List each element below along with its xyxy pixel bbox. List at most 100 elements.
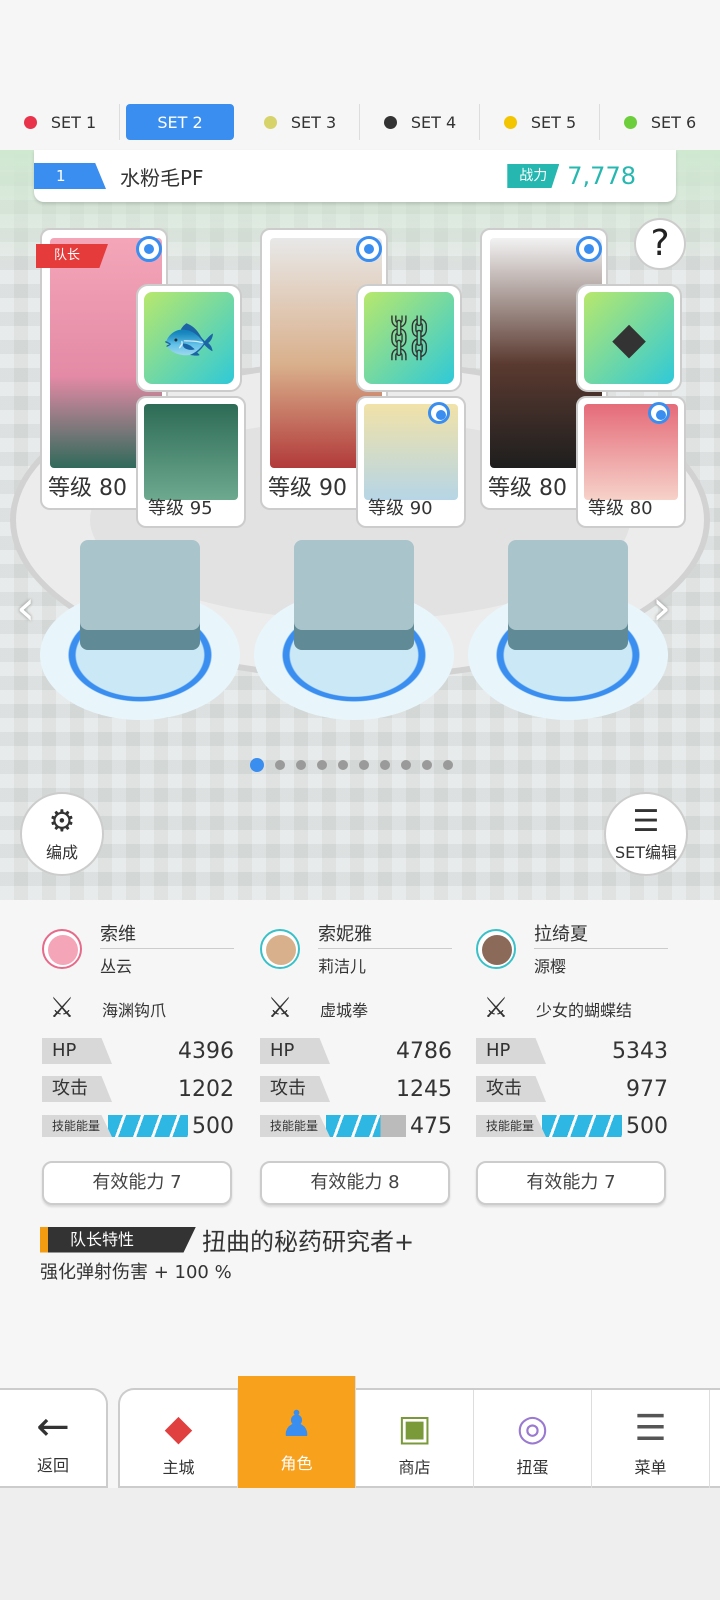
- leader-trait-description: 强化弹射伤害 + 100 %: [40, 1262, 232, 1283]
- leader-trait: 队长特性 扭曲的秘药研究者+: [40, 1222, 414, 1257]
- page-dot[interactable]: [317, 760, 327, 770]
- ability-button[interactable]: 有效能力 7: [476, 1161, 666, 1205]
- menu-icon: ☰: [634, 1408, 667, 1449]
- tab-label: SET 2: [157, 112, 203, 132]
- ability-button[interactable]: 有效能力 7: [42, 1161, 232, 1205]
- character-name: 索妮雅: [318, 920, 452, 949]
- page-dot[interactable]: [250, 758, 264, 772]
- sub-character-card[interactable]: 等级 90: [356, 396, 466, 528]
- ability-button[interactable]: 有效能力 8: [260, 1161, 450, 1205]
- nav-group: ◆ 主城 ♟ 角色 ▣ 商店 ◎ 扭蛋 ☰ 菜单: [118, 1376, 720, 1488]
- next-arrow-icon[interactable]: ›: [652, 580, 671, 636]
- page-dot[interactable]: [338, 760, 348, 770]
- avatar[interactable]: [260, 928, 300, 969]
- sub-level: 等级 90: [368, 498, 433, 519]
- nav-item-character[interactable]: ♟ 角色: [238, 1376, 356, 1488]
- main-level: 等级 90: [268, 476, 347, 501]
- nav-label: 菜单: [634, 1458, 667, 1477]
- attack-label: 攻击: [476, 1076, 546, 1102]
- nav-label: 角色: [280, 1454, 313, 1473]
- set-color-dot: [383, 115, 397, 129]
- attack-label: 攻击: [42, 1076, 112, 1102]
- tab-set-5[interactable]: SET 5: [480, 100, 600, 144]
- stat-column-2: 索妮雅 莉洁儿 ⚔ 虚城拳 HP 4786 攻击 1245 技能能量 475 有…: [260, 920, 452, 1205]
- tab-label: SET 5: [530, 112, 577, 132]
- tab-set-2[interactable]: SET 2: [120, 100, 240, 144]
- weapon-name: 海渊钩爪: [102, 1001, 167, 1020]
- attack-value: 1202: [178, 1076, 234, 1102]
- team-header[interactable]: 1 水粉毛PF 战力 7,778: [34, 150, 676, 202]
- back-button[interactable]: ← 返回: [0, 1388, 108, 1488]
- page-dot[interactable]: [401, 760, 411, 770]
- formation-button[interactable]: ⚙ 编成: [20, 792, 104, 876]
- tab-set-3[interactable]: SET 3: [240, 100, 360, 144]
- page-dot[interactable]: [359, 760, 369, 770]
- select-indicator-icon: [136, 236, 162, 262]
- energy-value: 500: [626, 1113, 668, 1139]
- character-slot-1[interactable]: 等级 80 队长 🐟 等级 95: [36, 228, 260, 558]
- equipment-slot[interactable]: 🐟: [136, 284, 242, 392]
- back-arrow-icon: ←: [36, 1404, 70, 1450]
- character-slot-3[interactable]: 等级 80 ◆ 等级 80: [480, 228, 700, 558]
- leader-trait-name: 扭曲的秘药研究者+: [202, 1228, 415, 1256]
- set-color-dot: [623, 115, 637, 129]
- unit-pedestal: [468, 540, 668, 720]
- unit-pedestal: [40, 540, 240, 720]
- character-slot-2[interactable]: 等级 90 ⛓ 等级 90: [260, 228, 480, 558]
- stat-column-3: 拉绮夏 源樱 ⚔ 少女的蝴蝶结 HP 5343 攻击 977 技能能量 500: [476, 920, 668, 1205]
- nav-label: 扭蛋: [516, 1458, 549, 1477]
- avatar[interactable]: [476, 928, 516, 969]
- fish-icon: 🐟: [144, 292, 234, 384]
- select-indicator-icon: [576, 236, 602, 262]
- weapon-name: 少女的蝴蝶结: [536, 1001, 633, 1020]
- prev-arrow-icon[interactable]: ‹: [16, 580, 35, 636]
- nav-item-shop[interactable]: ▣ 商店: [356, 1390, 474, 1488]
- sub-level: 等级 95: [148, 498, 213, 519]
- bottom-nav: ← 返回 ◆ 主城 ♟ 角色 ▣ 商店 ◎ 扭蛋 ☰ 菜单: [0, 1376, 720, 1488]
- nav-item-town[interactable]: ◆ 主城: [120, 1390, 238, 1488]
- sub-character-card[interactable]: 等级 80: [576, 396, 686, 528]
- energy-label: 技能能量: [476, 1115, 546, 1137]
- team-number: 1: [34, 163, 106, 189]
- power-badge: 战力: [507, 164, 560, 188]
- energy-bar: [108, 1115, 188, 1137]
- nav-item-gacha[interactable]: ◎ 扭蛋: [474, 1390, 592, 1488]
- character-icon: ♟: [280, 1404, 313, 1445]
- attack-value: 1245: [396, 1076, 452, 1102]
- gacha-icon: ◎: [516, 1408, 549, 1449]
- sub-character-name: 莉洁儿: [318, 957, 367, 976]
- set-color-dot: [503, 115, 517, 129]
- set-color-dot: [23, 115, 37, 129]
- unit-pedestal: [254, 540, 454, 720]
- crystal-icon: ◆: [584, 292, 674, 384]
- equipment-slot[interactable]: ⛓: [356, 284, 462, 392]
- page-dot[interactable]: [443, 760, 453, 770]
- hp-value: 4786: [396, 1038, 452, 1064]
- page-dot[interactable]: [275, 760, 285, 770]
- page-dot[interactable]: [380, 760, 390, 770]
- cannon-icon: ⛓: [364, 292, 454, 384]
- energy-value: 500: [192, 1113, 234, 1139]
- set-edit-label: SET编辑: [614, 843, 678, 862]
- list-icon: ☰: [632, 804, 660, 839]
- stats-panel: 索维 丛云 ⚔ 海渊钩爪 HP 4396 攻击 1202 技能能量 500 有效…: [0, 900, 720, 1390]
- town-icon: ◆: [164, 1408, 193, 1449]
- tab-set-4[interactable]: SET 4: [360, 100, 480, 144]
- tab-label: SET 1: [50, 112, 97, 132]
- energy-value: 475: [410, 1113, 452, 1139]
- power-value: 7,778: [567, 162, 636, 190]
- tab-set-1[interactable]: SET 1: [0, 100, 120, 144]
- equipment-slot[interactable]: ◆: [576, 284, 682, 392]
- set-edit-button[interactable]: ☰ SET编辑: [604, 792, 688, 876]
- page-dot[interactable]: [296, 760, 306, 770]
- page-indicator: [250, 758, 453, 772]
- tab-label: SET 3: [290, 112, 337, 132]
- nav-item-menu[interactable]: ☰ 菜单: [592, 1390, 710, 1488]
- page-dot[interactable]: [422, 760, 432, 770]
- attack-label: 攻击: [260, 1076, 330, 1102]
- sub-character-name: 源樱: [534, 957, 567, 976]
- tab-set-6[interactable]: SET 6: [600, 100, 720, 144]
- sub-level: 等级 80: [588, 498, 653, 519]
- avatar[interactable]: [42, 928, 82, 969]
- sub-character-card[interactable]: 等级 95: [136, 396, 246, 528]
